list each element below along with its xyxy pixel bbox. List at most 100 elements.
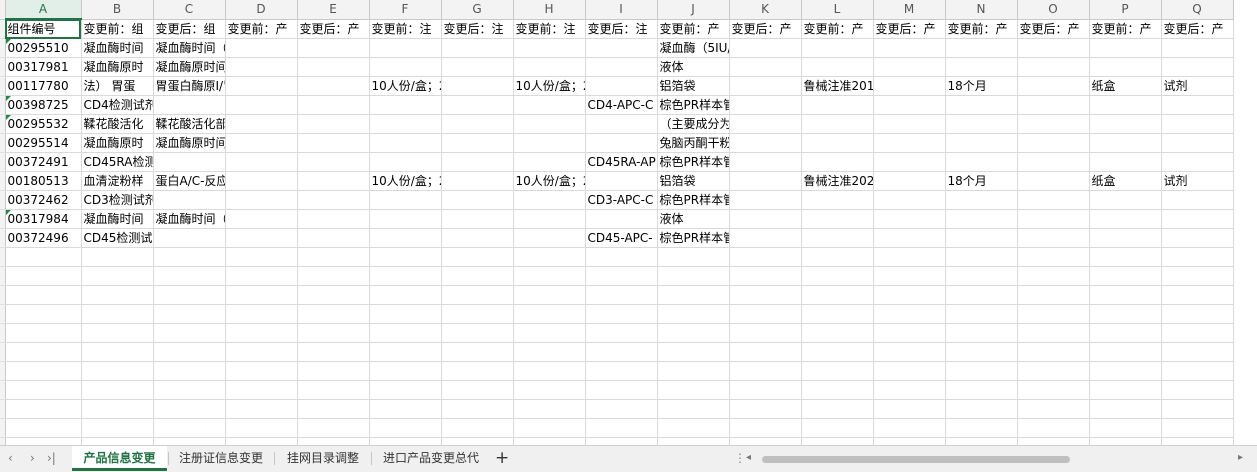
cell-n4[interactable]: 18个月	[945, 76, 1018, 96]
cell-q17[interactable]	[1161, 323, 1234, 343]
cell-c6[interactable]: 鞣花酸活化部分凝血活酶时间（APTT）检测试剂盒（凝固法）	[153, 114, 226, 134]
cell-q10[interactable]	[1161, 190, 1234, 210]
column-header-m[interactable]: M	[873, 0, 946, 20]
cell-e12[interactable]	[297, 228, 370, 248]
cell-j7[interactable]: 兔脑丙酮干粉提取物（≤60g/L）、葡萄糖酸钙（25mmol/L）、蒸馏水及附加…	[657, 133, 730, 153]
cell-d10[interactable]	[225, 190, 298, 210]
cell-b20[interactable]	[81, 380, 154, 400]
cell-b7[interactable]: 凝血酶原时	[81, 133, 154, 153]
cell-g4[interactable]	[441, 76, 514, 96]
cell-d11[interactable]	[225, 209, 298, 229]
cell-j23[interactable]	[657, 437, 730, 445]
cell-k14[interactable]	[729, 266, 802, 286]
cell-g9[interactable]	[441, 171, 514, 191]
cell-j9[interactable]: 铝箔袋	[657, 171, 730, 191]
cell-c20[interactable]	[153, 380, 226, 400]
cell-e8[interactable]	[297, 152, 370, 172]
cell-p7[interactable]	[1089, 133, 1162, 153]
cell-e18[interactable]	[297, 342, 370, 362]
cell-a10[interactable]: 00372462	[5, 190, 82, 210]
cell-q6[interactable]	[1161, 114, 1234, 134]
cell-q23[interactable]	[1161, 437, 1234, 445]
cell-n11[interactable]	[945, 209, 1018, 229]
cell-o19[interactable]	[1017, 361, 1090, 381]
cell-l22[interactable]	[801, 418, 874, 438]
cell-h8[interactable]	[513, 152, 586, 172]
cell-g18[interactable]	[441, 342, 514, 362]
cell-a19[interactable]	[5, 361, 82, 381]
cell-q2[interactable]	[1161, 38, 1234, 58]
cell-a4[interactable]: 00117780	[5, 76, 82, 96]
cell-n12[interactable]	[945, 228, 1018, 248]
cell-n14[interactable]	[945, 266, 1018, 286]
cell-g1[interactable]: 变更后：注	[441, 19, 514, 39]
column-header-n[interactable]: N	[945, 0, 1018, 20]
sheet-tab-product-info[interactable]: 产品信息变更	[72, 446, 167, 471]
cell-q7[interactable]	[1161, 133, 1234, 153]
cell-d23[interactable]	[225, 437, 298, 445]
cell-e4[interactable]	[297, 76, 370, 96]
cell-a7[interactable]: 00295514	[5, 133, 82, 153]
cell-j1[interactable]: 变更前：产	[657, 19, 730, 39]
cell-l1[interactable]: 变更前：产	[801, 19, 874, 39]
cell-q20[interactable]	[1161, 380, 1234, 400]
cell-b4[interactable]: 法） 胃蛋	[81, 76, 154, 96]
cell-h13[interactable]	[513, 247, 586, 267]
cell-o4[interactable]	[1017, 76, 1090, 96]
cell-f17[interactable]	[369, 323, 442, 343]
cell-k4[interactable]	[729, 76, 802, 96]
cell-f6[interactable]	[369, 114, 442, 134]
cell-n19[interactable]	[945, 361, 1018, 381]
cell-h18[interactable]	[513, 342, 586, 362]
cell-f8[interactable]	[369, 152, 442, 172]
cell-d18[interactable]	[225, 342, 298, 362]
cell-f11[interactable]	[369, 209, 442, 229]
cell-b17[interactable]	[81, 323, 154, 343]
cell-n1[interactable]: 变更前：产	[945, 19, 1018, 39]
cell-p18[interactable]	[1089, 342, 1162, 362]
cell-h7[interactable]	[513, 133, 586, 153]
cell-a23[interactable]	[5, 437, 82, 445]
cell-k11[interactable]	[729, 209, 802, 229]
cell-i8[interactable]: CD45RA-AP	[585, 152, 658, 172]
cell-m8[interactable]	[873, 152, 946, 172]
cell-p23[interactable]	[1089, 437, 1162, 445]
cell-j21[interactable]	[657, 399, 730, 419]
cell-e19[interactable]	[297, 361, 370, 381]
cell-k6[interactable]	[729, 114, 802, 134]
column-header-l[interactable]: L	[801, 0, 874, 20]
cell-c16[interactable]	[153, 304, 226, 324]
cell-j18[interactable]	[657, 342, 730, 362]
column-header-q[interactable]: Q	[1161, 0, 1234, 20]
cell-d15[interactable]	[225, 285, 298, 305]
cell-o10[interactable]	[1017, 190, 1090, 210]
cell-m17[interactable]	[873, 323, 946, 343]
cell-n8[interactable]	[945, 152, 1018, 172]
cell-d13[interactable]	[225, 247, 298, 267]
cell-e11[interactable]	[297, 209, 370, 229]
cell-p8[interactable]	[1089, 152, 1162, 172]
cell-f23[interactable]	[369, 437, 442, 445]
cell-q5[interactable]	[1161, 95, 1234, 115]
cell-m13[interactable]	[873, 247, 946, 267]
cell-p17[interactable]	[1089, 323, 1162, 343]
cell-h6[interactable]	[513, 114, 586, 134]
cell-o2[interactable]	[1017, 38, 1090, 58]
cell-k22[interactable]	[729, 418, 802, 438]
cell-k2[interactable]	[729, 38, 802, 58]
cell-g15[interactable]	[441, 285, 514, 305]
cell-k5[interactable]	[729, 95, 802, 115]
cell-l21[interactable]	[801, 399, 874, 419]
cell-o20[interactable]	[1017, 380, 1090, 400]
cell-i2[interactable]	[585, 38, 658, 58]
cell-e14[interactable]	[297, 266, 370, 286]
cell-o22[interactable]	[1017, 418, 1090, 438]
cell-p14[interactable]	[1089, 266, 1162, 286]
cell-q15[interactable]	[1161, 285, 1234, 305]
cell-i20[interactable]	[585, 380, 658, 400]
cell-q16[interactable]	[1161, 304, 1234, 324]
cell-k12[interactable]	[729, 228, 802, 248]
cell-i19[interactable]	[585, 361, 658, 381]
cell-h2[interactable]	[513, 38, 586, 58]
cell-q19[interactable]	[1161, 361, 1234, 381]
